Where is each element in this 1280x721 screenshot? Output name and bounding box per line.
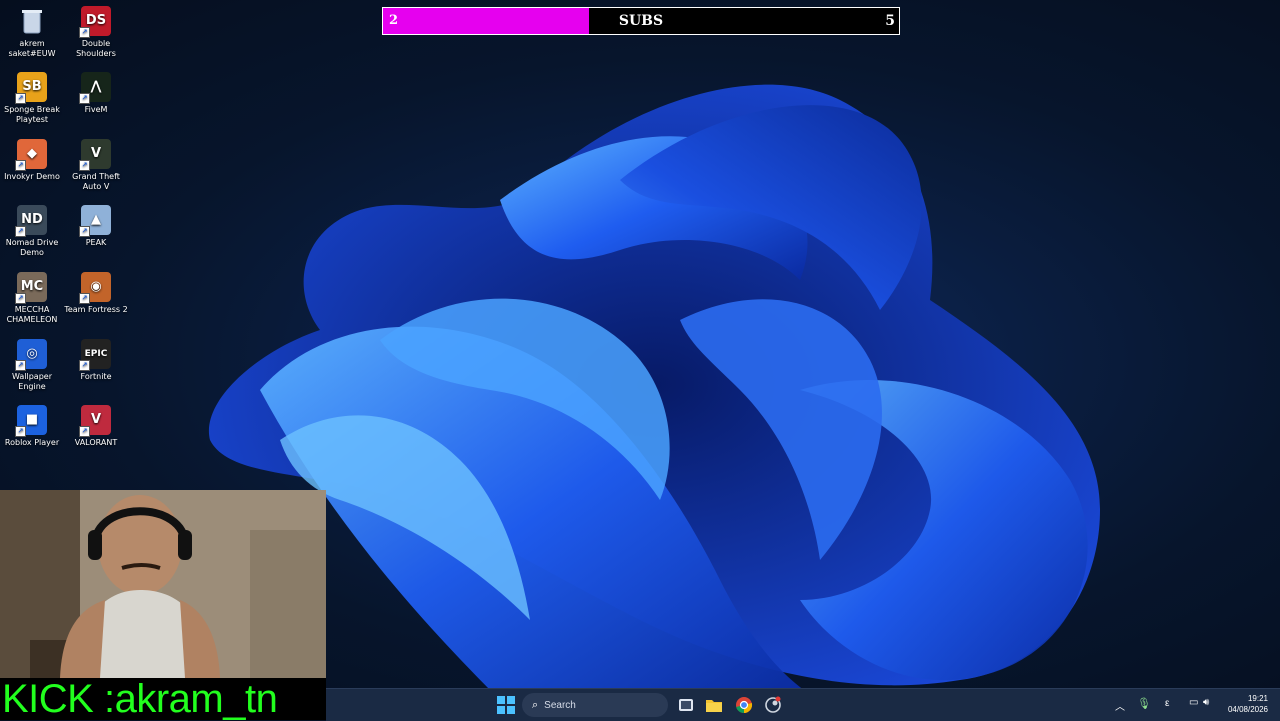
desktop-icon[interactable]: MC ↗ MECCHA CHAMELEON [0, 270, 64, 325]
kick-channel-overlay: KICK :akram_tn [2, 677, 278, 721]
recycle-bin-icon [17, 6, 47, 36]
tf2-icon: ◉ ↗ [79, 272, 111, 304]
clock-time: 19:21 [1247, 694, 1268, 703]
desktop-icon[interactable]: ◎ ↗ Wallpaper Engine [0, 337, 64, 392]
gta-v-icon: V ↗ [79, 139, 111, 171]
subs-target-count: 5 [885, 13, 895, 29]
desktop-icon-label: Sponge Break Playtest [4, 105, 60, 124]
shortcut-arrow-icon: ↗ [15, 160, 26, 171]
taskbar-clock[interactable]: 19:21 04/08/2026 [1228, 693, 1268, 715]
desktop-icon-label: VALORANT [74, 438, 118, 447]
desktop-icon-label: Team Fortress 2 [64, 305, 128, 314]
desktop-icon[interactable]: ▲ ↗ PEAK [64, 203, 128, 248]
desktop-icon-label: MECCHA CHAMELEON [6, 305, 58, 324]
desktop-icon-label: FiveM [84, 105, 108, 114]
volume-icon[interactable]: 🔊︎ [1203, 697, 1209, 708]
shortcut-arrow-icon: ↗ [79, 426, 90, 437]
shortcut-arrow-icon: ↗ [15, 360, 26, 371]
desktop-icon[interactable]: EPIC ↗ Fortnite [64, 337, 128, 382]
desktop-icon-label: Nomad Drive Demo [5, 238, 59, 257]
desktop-icon[interactable]: SB ↗ Sponge Break Playtest [0, 70, 64, 125]
shortcut-arrow-icon: ↗ [79, 226, 90, 237]
search-placeholder: Search [544, 699, 576, 711]
sponge-break-icon: SB ↗ [15, 72, 47, 104]
meccha-chameleon-icon: MC ↗ [15, 272, 47, 304]
desktop-icon-label: Double Shoulders [76, 39, 116, 58]
desktop-icon-label: Invokyr Demo [4, 172, 60, 181]
shortcut-arrow-icon: ↗ [15, 226, 26, 237]
epic-games-icon: EPIC ↗ [79, 339, 111, 371]
wallpaper-engine-icon: ◎ ↗ [15, 339, 47, 371]
subs-goal-bar: 2 SUBS 5 [382, 7, 900, 35]
fivem-icon: ⋀ ↗ [79, 72, 111, 104]
subs-goal-title: SUBS [618, 13, 664, 29]
desktop-icon[interactable]: ◆ ↗ Invokyr Demo [0, 137, 64, 182]
taskbar: ⌕ Search ︿ 🎙︎ ε ▭ 🔊︎ 19:21 04/08/2026 [326, 688, 1280, 721]
clock-date: 04/08/2026 [1227, 705, 1268, 714]
roblox-icon: ■ ↗ [15, 405, 47, 437]
chrome-icon[interactable] [734, 695, 754, 715]
peak-icon: ▲ ↗ [79, 205, 111, 237]
shortcut-arrow-icon: ↗ [79, 160, 90, 171]
search-icon: ⌕ [532, 698, 539, 711]
desktop-icon[interactable]: ■ ↗ Roblox Player [0, 403, 64, 448]
shortcut-arrow-icon: ↗ [79, 27, 90, 38]
task-view-icon[interactable] [676, 695, 696, 715]
microphone-icon[interactable]: 🎙︎ [1137, 697, 1151, 710]
desktop-icon-label: Roblox Player [4, 438, 60, 447]
shortcut-arrow-icon: ↗ [15, 293, 26, 304]
desktop-icon[interactable]: V ↗ Grand Theft Auto V [64, 137, 128, 192]
invokyr-icon: ◆ ↗ [15, 139, 47, 171]
webcam-person [0, 490, 326, 678]
taskbar-search-box[interactable]: ⌕ Search [522, 693, 668, 717]
shortcut-arrow-icon: ↗ [15, 426, 26, 437]
windows-start-icon[interactable] [496, 695, 516, 715]
shortcut-arrow-icon: ↗ [79, 293, 90, 304]
desktop-icon-label: Wallpaper Engine [11, 372, 52, 391]
wallpaper-bloom [208, 84, 1100, 700]
file-explorer-icon[interactable] [704, 695, 724, 715]
desktop-icon[interactable]: DS ↗ Double Shoulders [64, 4, 128, 59]
desktop-icon-label: Fortnite [80, 372, 112, 381]
desktop-icon-label: Grand Theft Auto V [72, 172, 120, 191]
desktop-icon[interactable]: ⋀ ↗ FiveM [64, 70, 128, 115]
shortcut-arrow-icon: ↗ [15, 93, 26, 104]
desktop-icon-label: PEAK [85, 238, 107, 247]
valorant-icon: V ↗ [79, 405, 111, 437]
desktop-icon[interactable]: ND ↗ Nomad Drive Demo [0, 203, 64, 258]
desktop-icon-label: akrem saket#EUW [8, 39, 56, 58]
desktop-icon[interactable]: akrem saket#EUW [0, 4, 64, 59]
desktop-icon[interactable]: V ↗ VALORANT [64, 403, 128, 448]
tray-overflow-chevron-icon[interactable]: ︿ [1115, 698, 1125, 713]
input-indicator[interactable]: ε [1165, 698, 1169, 709]
steam-icon[interactable] [763, 695, 783, 715]
double-shoulders-icon: DS ↗ [79, 6, 111, 38]
nomad-drive-icon: ND ↗ [15, 205, 47, 237]
desktop-icon[interactable]: ◉ ↗ Team Fortress 2 [64, 270, 128, 315]
shortcut-arrow-icon: ↗ [79, 93, 90, 104]
shortcut-arrow-icon: ↗ [79, 360, 90, 371]
network-icon[interactable]: ▭ [1189, 697, 1198, 708]
webcam-feed [0, 490, 326, 678]
